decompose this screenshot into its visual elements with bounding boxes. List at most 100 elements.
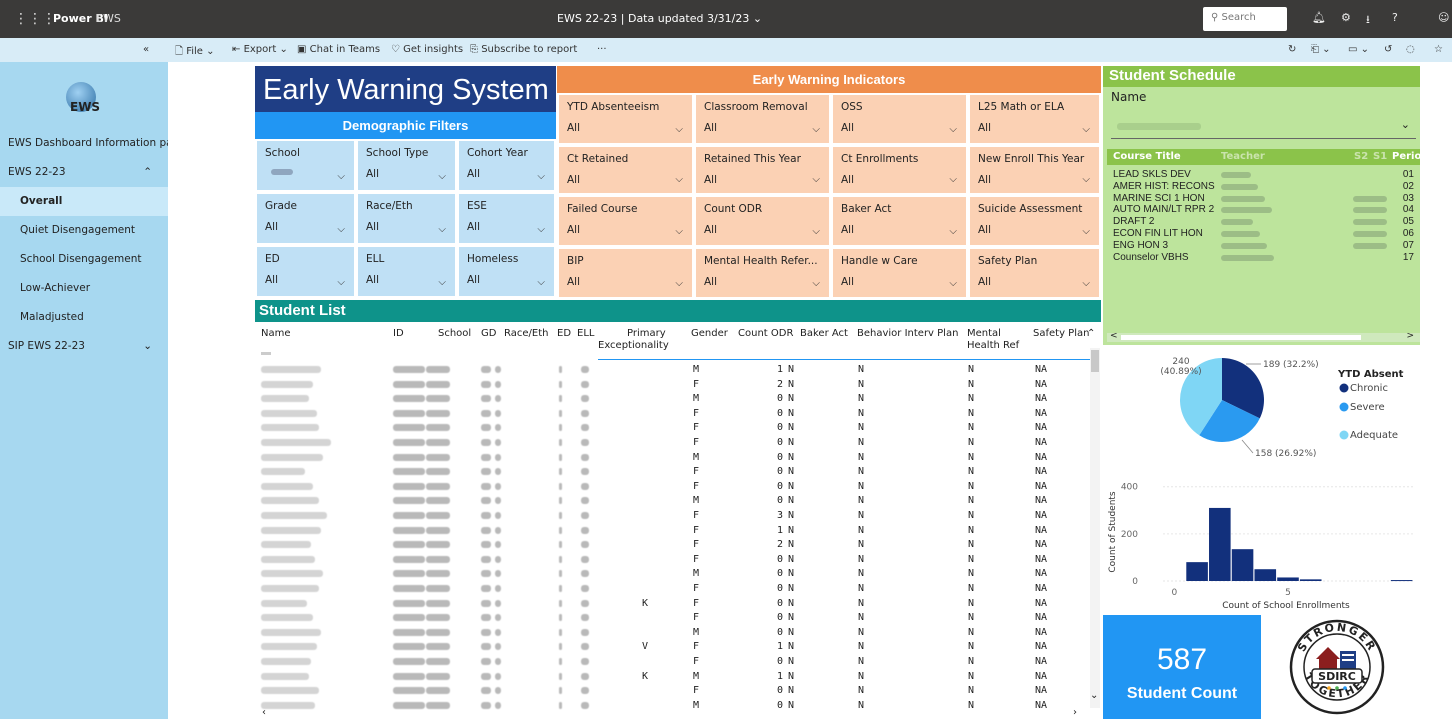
name-slicer[interactable]: ⌄ <box>1111 113 1416 139</box>
col-health-ref[interactable]: Health Ref <box>967 340 1019 351</box>
table-row[interactable]: K M 1 N N N NA <box>255 670 1091 684</box>
bar[interactable] <box>1299 579 1322 581</box>
slicer-baker-act[interactable]: Baker Act All ⌵ <box>831 195 968 247</box>
table-row[interactable]: K F 0 N N N NA <box>255 597 1091 611</box>
bar[interactable] <box>1231 549 1254 581</box>
feedback-icon[interactable]: ☺ <box>1438 11 1449 24</box>
table-row[interactable]: M 1 N N N NA <box>255 363 1091 377</box>
workspace-label[interactable]: EWS <box>96 12 121 25</box>
slicer-ese[interactable]: ESE All ⌵ <box>457 192 556 245</box>
scroll-down-icon[interactable]: ⌄ <box>1090 690 1098 701</box>
schedule-row[interactable]: AUTO MAIN/LT RPR 2 04 <box>1107 204 1420 215</box>
slicer-handle-w-care[interactable]: Handle w Care All ⌵ <box>831 247 968 299</box>
col-id[interactable]: ID <box>393 328 404 339</box>
slicer-suicide-assessment[interactable]: Suicide Assessment All ⌵ <box>968 195 1101 247</box>
slicer-ed[interactable]: ED All ⌵ <box>255 245 356 298</box>
sort-up-icon[interactable]: ⌃ <box>1087 328 1095 339</box>
col-bip[interactable]: Behavior Interv Plan <box>857 328 958 339</box>
table-row[interactable]: M 0 N N N NA <box>255 699 1091 713</box>
schedule-row[interactable]: LEAD SKLS DEV 01 <box>1107 169 1420 180</box>
schedule-row[interactable]: ENG HON 3 07 <box>1107 240 1420 251</box>
scroll-right-icon[interactable]: > <box>1406 331 1414 341</box>
col-gender[interactable]: Gender <box>691 328 728 339</box>
bar[interactable] <box>1209 507 1231 581</box>
table-row[interactable]: F 0 N N N NA <box>255 436 1091 450</box>
table-row[interactable]: M 0 N N N NA <box>255 567 1091 581</box>
schedule-scrollbar[interactable]: < > <box>1107 331 1420 342</box>
nav-item-quiet-disengagement[interactable]: Quiet Disengagement <box>0 216 168 245</box>
slicer-grade[interactable]: Grade All ⌵ <box>255 192 356 245</box>
scroll-left-icon[interactable]: ‹ <box>262 707 266 718</box>
student-list-scrollbar[interactable] <box>1090 348 1100 708</box>
subscribe-button[interactable]: ⎘ Subscribe to report <box>470 44 577 55</box>
table-row[interactable]: M 0 N N N NA <box>255 494 1091 508</box>
schedule-row[interactable]: DRAFT 2 05 <box>1107 216 1420 227</box>
help-icon[interactable]: ? <box>1392 11 1398 24</box>
col-ell[interactable]: ELL <box>577 328 594 339</box>
col-name[interactable]: Name <box>261 328 291 339</box>
table-row[interactable]: M 0 N N N NA <box>255 451 1091 465</box>
table-row[interactable]: F 0 N N N NA <box>255 407 1091 421</box>
slicer-ell[interactable]: ELL All ⌵ <box>356 245 457 298</box>
schedule-row[interactable]: ECON FIN LIT HON 06 <box>1107 228 1420 239</box>
bell-icon[interactable]: 🔔︎ <box>1312 11 1326 24</box>
legend-item-severe[interactable]: Severe <box>1350 402 1385 413</box>
table-row[interactable]: F 0 N N N NA <box>255 421 1091 435</box>
download-icon[interactable]: ⭳ <box>1366 11 1370 30</box>
collapse-nav-icon[interactable]: « <box>143 44 149 55</box>
table-row[interactable]: M 0 N N N NA <box>255 626 1091 640</box>
col-s1[interactable]: S1 <box>1373 151 1387 162</box>
chat-in-teams-button[interactable]: ▣ Chat in Teams <box>297 44 380 55</box>
col-gd[interactable]: GD <box>481 328 496 339</box>
slicer-school-type[interactable]: School Type All ⌵ <box>356 139 457 192</box>
refresh-icon[interactable]: ↺ <box>1384 44 1392 55</box>
slicer-l25-math-or-ela[interactable]: L25 Math or ELA All ⌵ <box>968 93 1101 145</box>
bar[interactable] <box>1186 562 1208 581</box>
col-exceptionality[interactable]: Exceptionality <box>598 340 669 351</box>
table-row[interactable]: F 0 N N N NA <box>255 684 1091 698</box>
favorite-icon[interactable]: ☆ <box>1434 44 1443 55</box>
nav-item-ews-22-23[interactable]: EWS 22-23 ⌃ <box>0 158 168 187</box>
bookmark-icon[interactable]: ⎗ ⌄ <box>1311 44 1331 55</box>
legend-marker-chronic[interactable] <box>1339 383 1349 393</box>
schedule-row[interactable]: MARINE SCI 1 HON 03 <box>1107 193 1420 204</box>
slicer-school[interactable]: School ⌵ <box>255 139 356 192</box>
slicer-cohort-year[interactable]: Cohort Year All ⌵ <box>457 139 556 192</box>
table-row[interactable]: F 0 N N N NA <box>255 553 1091 567</box>
search-input[interactable]: ⚲ Search <box>1203 7 1287 31</box>
slicer-ct-enrollments[interactable]: Ct Enrollments All ⌵ <box>831 145 968 195</box>
nav-item-school-disengagement[interactable]: School Disengagement <box>0 245 168 274</box>
gear-icon[interactable]: ⚙ <box>1341 11 1351 24</box>
col-count-odr[interactable]: Count ODR <box>738 328 793 339</box>
table-row[interactable]: F 0 N N N NA <box>255 655 1091 669</box>
nav-item-low-achiever[interactable]: Low-Achiever <box>0 274 168 303</box>
col-teacher[interactable]: Teacher <box>1221 151 1265 162</box>
slicer-retained-this-year[interactable]: Retained This Year All ⌵ <box>694 145 831 195</box>
col-period[interactable]: Period <box>1392 151 1429 162</box>
col-course-title[interactable]: Course Title <box>1113 151 1181 162</box>
slicer-failed-course[interactable]: Failed Course All ⌵ <box>557 195 694 247</box>
nav-item-dashboard-info[interactable]: EWS Dashboard Information pa... <box>0 129 168 158</box>
table-row[interactable]: V F 1 N N N NA <box>255 640 1091 654</box>
scrollbar-thumb[interactable] <box>1121 335 1361 340</box>
table-row[interactable]: F 2 N N N NA <box>255 538 1091 552</box>
ytd-absent-pie-chart[interactable]: 189 (32.2%) 158 (26.92%) 240 (40.89%) YTD Ab… <box>1103 350 1423 468</box>
col-primary[interactable]: Primary <box>627 328 666 339</box>
slicer-oss[interactable]: OSS All ⌵ <box>831 93 968 145</box>
table-row[interactable]: M 0 N N N NA <box>255 392 1091 406</box>
slicer-bip[interactable]: BIP All ⌵ <box>557 247 694 299</box>
table-row[interactable]: F 1 N N N NA <box>255 524 1091 538</box>
col-safety-plan[interactable]: Safety Plan <box>1033 328 1089 339</box>
slicer-ytd-absenteeism[interactable]: YTD Absenteeism All ⌵ <box>557 93 694 145</box>
legend-item-chronic[interactable]: Chronic <box>1350 383 1388 394</box>
col-baker-act[interactable]: Baker Act <box>800 328 848 339</box>
col-race[interactable]: Race/Eth <box>504 328 548 339</box>
export-menu[interactable]: ⇤ Export ⌄ <box>232 44 288 55</box>
report-title[interactable]: EWS 22-23 | Data updated 3/31/23 ⌄ <box>557 12 762 25</box>
nav-item-sip-ews[interactable]: SIP EWS 22-23 ⌄ <box>0 332 168 361</box>
slicer-ct-retained[interactable]: Ct Retained All ⌵ <box>557 145 694 195</box>
slicer-safety-plan[interactable]: Safety Plan All ⌵ <box>968 247 1101 299</box>
table-row[interactable]: F 0 N N N NA <box>255 582 1091 596</box>
student-list-table[interactable]: Name ID School GD Race/Eth ED ELL Primar… <box>255 322 1101 719</box>
bar[interactable] <box>1254 569 1277 581</box>
